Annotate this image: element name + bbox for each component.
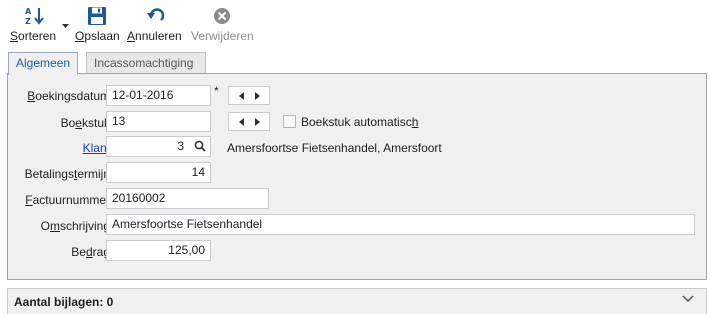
cancel-label: Annuleren xyxy=(127,29,182,43)
required-mark: * xyxy=(214,84,219,98)
omschrijving-field[interactable]: Amersfoortse Fietsenhandel xyxy=(106,214,695,235)
undo-icon xyxy=(147,8,165,21)
toolbar: A Z Sorteren Opslaan Annuleren Verwijder… xyxy=(0,0,710,46)
betalingstermijn-label: Betalingstermijn xyxy=(24,167,110,181)
svg-text:Z: Z xyxy=(25,17,31,26)
search-icon[interactable] xyxy=(194,140,206,152)
floppy-disk-icon xyxy=(88,7,106,25)
klant-value: 3 xyxy=(177,139,184,153)
general-panel: Boekingsdatum 12-01-2016 * Boekstuk 13 B… xyxy=(7,73,707,280)
sort-label-text: orteren xyxy=(18,29,57,43)
delete-circle-icon xyxy=(214,8,230,24)
sort-az-icon: A Z xyxy=(25,7,44,26)
chevron-right-icon[interactable] xyxy=(255,118,260,126)
boekstuk-field[interactable]: 13 xyxy=(106,111,211,132)
svg-text:A: A xyxy=(25,7,32,16)
betalingstermijn-field[interactable]: 14 xyxy=(106,162,211,183)
boekingsdatum-stepper[interactable] xyxy=(228,86,270,105)
tab-incassomachtiging[interactable]: Incassomachtiging xyxy=(86,52,206,74)
tab-algemeen[interactable]: Algemeen xyxy=(8,52,78,75)
factuurnummer-label: Factuurnummer xyxy=(25,193,110,207)
boekingsdatum-label: Boekingsdatum xyxy=(27,89,110,103)
cancel-button[interactable]: Annuleren xyxy=(126,4,184,44)
chevron-down-icon[interactable] xyxy=(682,295,694,303)
boekstuk-automatisch-label: Boekstuk automatisch xyxy=(301,115,419,129)
save-label: Opslaan xyxy=(75,29,120,43)
chevron-left-icon[interactable] xyxy=(239,118,244,126)
klant-name: Amersfoortse Fietsenhandel, Amersfoort xyxy=(227,141,442,155)
bedrag-field[interactable]: 125,00 xyxy=(106,240,211,261)
boekstuk-label: Boekstuk xyxy=(60,116,110,130)
save-button[interactable]: Opslaan xyxy=(74,4,120,44)
boekstuk-automatisch-checkbox[interactable] xyxy=(283,115,296,128)
boekingsdatum-field[interactable]: 12-01-2016 xyxy=(106,85,211,106)
boekstuk-stepper[interactable] xyxy=(228,112,270,131)
chevron-down-icon[interactable] xyxy=(62,24,69,29)
sort-button[interactable]: A Z Sorteren xyxy=(8,4,69,44)
delete-label: Verwijderen xyxy=(191,29,254,43)
attachments-count: Aantal bijlagen: 0 xyxy=(14,295,114,309)
sort-label: Sorteren xyxy=(10,29,57,43)
attachments-bar[interactable]: Aantal bijlagen: 0 xyxy=(7,288,707,314)
chevron-left-icon[interactable] xyxy=(239,92,244,100)
bedrag-label: Bedrag xyxy=(71,245,110,259)
chevron-right-icon[interactable] xyxy=(255,92,260,100)
omschrijving-label: Omschrijving xyxy=(40,219,110,233)
factuurnummer-field[interactable]: 20160002 xyxy=(106,188,269,209)
delete-button[interactable]: Verwijderen xyxy=(190,4,256,44)
